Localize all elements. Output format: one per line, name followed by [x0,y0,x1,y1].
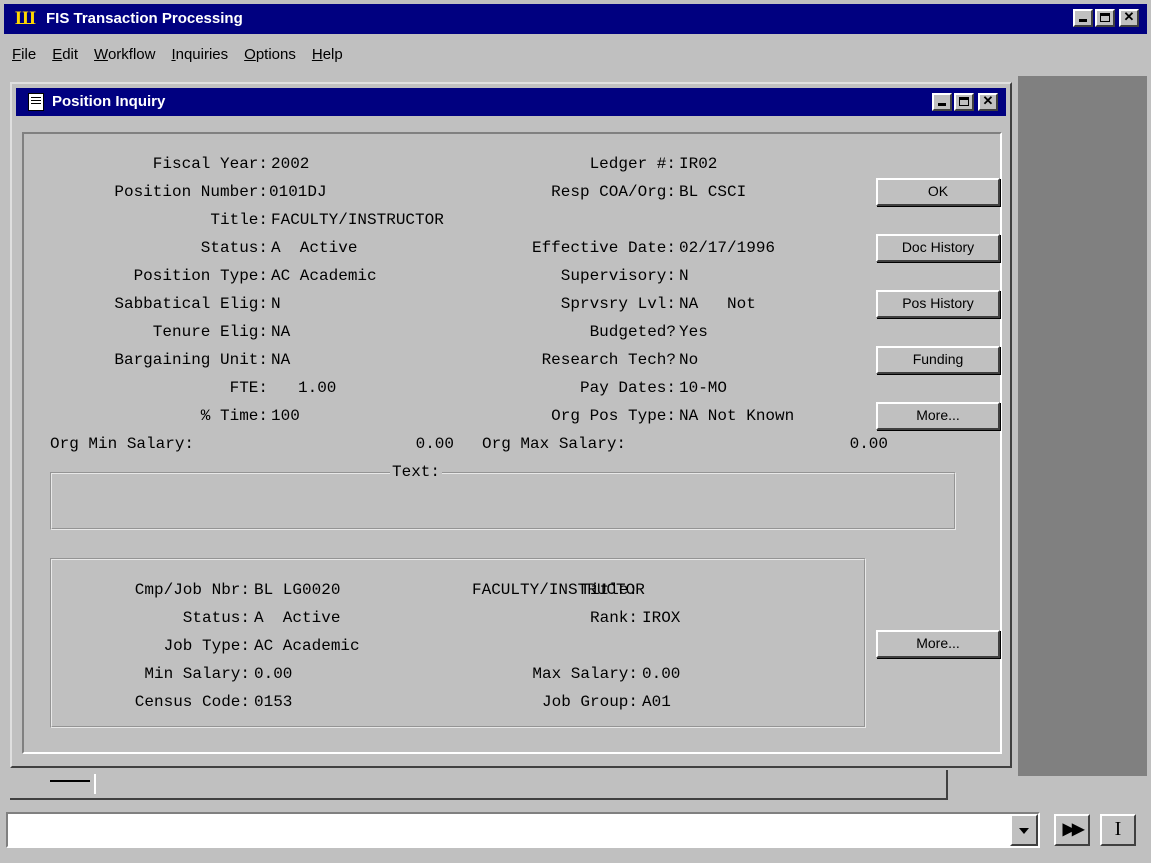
fte-value: 1.00 [298,379,337,397]
title-label: Title: [210,211,268,229]
background-window-strip [10,770,948,800]
sprvsry-lvl-label: Sprvsry Lvl: [560,295,676,313]
job-group-label: Job Group: [541,693,638,711]
window-title: Position Inquiry [52,93,166,110]
menu-edit[interactable]: Edit [44,43,86,69]
app-title-bar: Ш FIS Transaction Processing ✕ [4,4,1147,34]
position-number-field[interactable]: 0101DJ [269,182,327,202]
fte-label: FTE: [229,379,268,397]
fiscal-year-label: Fiscal Year: [152,155,268,173]
ledger-label: Ledger #: [589,155,676,173]
resp-coa-value: BL CSCI [679,183,747,201]
cmp-job-label: Cmp/Job Nbr: [134,581,250,599]
budgeted-value: Yes [679,323,708,341]
org-pos-type-label: Org Pos Type: [551,407,676,425]
org-pos-type-value: NA Not Known [679,407,795,425]
org-max-salary-value: 0.00 [849,435,888,453]
min-salary-value: 0.00 [254,665,293,683]
window-maximize-button[interactable] [954,93,974,111]
window-title-bar: Position Inquiry ✕ [16,88,1006,116]
supervisory-label: Supervisory: [560,267,676,285]
census-label: Census Code: [134,693,250,711]
rank-value: IROX [642,609,681,627]
menu-options[interactable]: Options [236,43,304,69]
fiscal-year-value: 2002 [271,155,310,173]
status-label: Status: [200,239,268,257]
cmp-job-value: BL LG0020 [254,581,341,599]
job-groupbox: Cmp/Job Nbr: BL LG0020 Status: A Active … [50,558,866,728]
menu-help[interactable]: Help [304,43,351,69]
window-close-button[interactable]: ✕ [978,93,998,111]
window-minimize-button[interactable] [932,93,952,111]
doc-history-button[interactable]: Doc History [876,234,1000,262]
app-title: FIS Transaction Processing [46,10,243,27]
max-salary-value: 0.00 [642,665,681,683]
research-tech-value: No [679,351,699,369]
pos-history-button[interactable]: Pos History [876,290,1000,318]
job-status-value: A Active [254,609,341,627]
rank-label: Rank: [589,609,638,627]
sprvsry-lvl-value: NA Not [679,295,756,313]
org-max-salary-label: Org Max Salary: [482,435,627,453]
minimize-button[interactable] [1073,9,1093,27]
chevron-down-icon [1019,828,1029,834]
form-panel: Fiscal Year: 2002 Position Number: 0101D… [22,132,1002,754]
maximize-button[interactable] [1095,9,1115,27]
effective-date-label: Effective Date: [531,239,676,257]
org-min-salary-value: 0.00 [415,435,454,453]
max-salary-label: Max Salary: [532,665,638,683]
sabbatical-label: Sabbatical Elig: [114,295,268,313]
effective-date-value: 02/17/1996 [679,239,776,257]
text-groupbox: Text: [50,462,956,530]
mdi-workspace [1018,76,1147,776]
job-type-value: AC Academic [254,637,360,655]
census-value: 0153 [254,693,293,711]
position-number-label: Position Number: [114,183,268,201]
pay-dates-label: Pay Dates: [579,379,676,397]
job-group-value: A01 [642,693,671,711]
job-title-value: FACULTY/INSTRUCTOR [472,581,645,599]
dropdown-button[interactable] [1010,814,1038,846]
job-type-label: Job Type: [163,637,250,655]
fast-forward-icon: ▶▶ [1062,821,1085,838]
i-beam-icon: I [1114,818,1122,840]
time-label: % Time: [200,407,268,425]
tenure-label: Tenure Elig: [152,323,268,341]
close-button[interactable]: ✕ [1119,9,1139,27]
title-value: FACULTY/INSTRUCTOR [271,211,444,229]
ledger-value: IR02 [679,155,718,173]
tenure-value: NA [271,323,291,341]
more-button[interactable]: More... [876,402,1000,430]
menu-workflow[interactable]: Workflow [86,43,163,69]
job-more-button[interactable]: More... [876,630,1000,658]
funding-button[interactable]: Funding [876,346,1000,374]
org-min-salary-label: Org Min Salary: [50,435,195,453]
fast-forward-button[interactable]: ▶▶ [1054,814,1090,846]
command-input[interactable] [6,812,1040,848]
job-status-label: Status: [182,609,250,627]
bargaining-value: NA [271,351,291,369]
position-type-label: Position Type: [133,267,268,285]
time-value: 100 [271,407,300,425]
min-salary-label: Min Salary: [144,665,250,683]
menu-inquiries[interactable]: Inquiries [163,43,236,69]
menu-bar: File Edit Workflow Inquiries Options Hel… [4,43,351,69]
research-tech-label: Research Tech? [541,351,676,369]
pay-dates-value: 10-MO [679,379,728,397]
bargaining-label: Bargaining Unit: [114,351,268,369]
position-inquiry-window: Position Inquiry ✕ Fiscal Year: 2002 Pos… [10,82,1012,768]
supervisory-value: N [679,267,689,285]
document-icon [28,93,44,111]
position-type-value: AC Academic [271,267,377,285]
ok-button[interactable]: OK [876,178,1000,206]
budgeted-label: Budgeted? [589,323,676,341]
status-value: A Active [271,239,358,257]
text-cursor-button[interactable]: I [1100,814,1136,846]
text-groupbox-label: Text: [390,462,443,482]
iu-logo-icon: Ш [15,8,36,29]
resp-coa-label: Resp COA/Org: [551,183,676,201]
menu-file[interactable]: File [4,43,44,69]
sabbatical-value: N [271,295,281,313]
